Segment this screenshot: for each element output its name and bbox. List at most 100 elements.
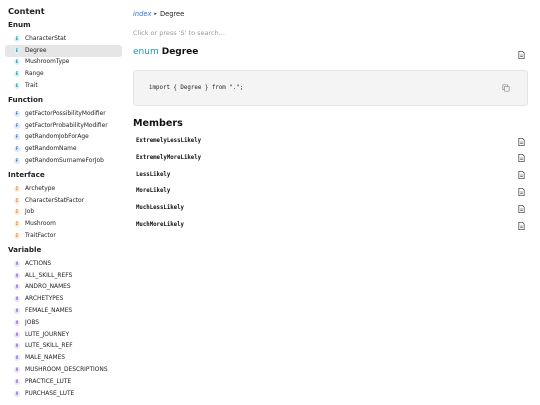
member-name: ExtremelyMoreLikely bbox=[136, 154, 202, 161]
sidebar-item-degree[interactable]: E Degree bbox=[5, 44, 122, 57]
document-icon[interactable] bbox=[517, 171, 525, 180]
sidebar-item-male-names[interactable]: V MALE_NAMES bbox=[5, 352, 122, 364]
sidebar-item-practice-lute[interactable]: V PRACTICE_LUTE bbox=[5, 376, 122, 388]
sidebar-item-andro-names[interactable]: V ANDRO_NAMES bbox=[5, 282, 122, 294]
sidebar-item-trait[interactable]: E Trait bbox=[5, 80, 122, 92]
kind-variable-icon: V bbox=[14, 331, 20, 338]
kind-interface-icon: I bbox=[14, 197, 20, 204]
sidebar-item-label: MushroomType bbox=[25, 59, 70, 66]
kind-variable-icon: V bbox=[14, 367, 20, 374]
kind-enum-icon: E bbox=[14, 35, 20, 42]
kind-variable-icon: V bbox=[14, 272, 20, 279]
document-icon[interactable] bbox=[517, 187, 525, 196]
sidebar-item-label: PURCHASE_LUTE bbox=[25, 390, 75, 397]
kind-variable-icon: V bbox=[14, 296, 20, 303]
sidebar-item-label: JOBS bbox=[25, 319, 40, 326]
kind-enum-icon: E bbox=[14, 59, 20, 66]
member-row: LessLikely bbox=[136, 170, 528, 181]
sidebar-item-label: getRandomSurnameForJob bbox=[25, 158, 104, 165]
kind-variable-icon: V bbox=[14, 343, 20, 350]
sidebar-item-mushroomtype[interactable]: E MushroomType bbox=[5, 57, 122, 69]
kind-interface-icon: I bbox=[14, 185, 20, 192]
sidebar-item-lute-skill-ref[interactable]: V LUTE_SKILL_REF bbox=[5, 341, 122, 353]
member-row: ExtremelyLessLikely bbox=[136, 136, 528, 147]
sidebar-item-purchase-lute[interactable]: V PURCHASE_LUTE bbox=[5, 388, 122, 400]
sidebar-item-label: ARCHETYPES bbox=[25, 296, 64, 303]
document-icon[interactable] bbox=[517, 154, 525, 163]
kind-enum-icon: E bbox=[14, 47, 20, 54]
member-name: MoreLikely bbox=[136, 188, 171, 195]
member-row: MuchMoreLikely bbox=[136, 220, 528, 231]
sidebar-item-mushroom[interactable]: I Mushroom bbox=[5, 218, 122, 230]
sidebar-item-archetype[interactable]: I Archetype bbox=[5, 183, 122, 195]
sidebar-item-label: MALE_NAMES bbox=[25, 355, 66, 362]
kind-variable-icon: V bbox=[14, 284, 20, 291]
sidebar-item-characterstatfactor[interactable]: I CharacterStatFactor bbox=[5, 195, 122, 207]
copy-icon[interactable] bbox=[502, 84, 510, 92]
member-name: MuchMoreLikely bbox=[136, 222, 184, 228]
sidebar-item-label: LUTE_JOURNEY bbox=[25, 331, 70, 338]
kind-function-icon: F bbox=[14, 134, 20, 141]
enum-name: Degree bbox=[161, 47, 199, 57]
sidebar-item-female-names[interactable]: V FEMALE_NAMES bbox=[5, 305, 122, 317]
sidebar-item-mushroom-descriptions[interactable]: V MUSHROOM_DESCRIPTIONS bbox=[5, 364, 122, 376]
import-code-text: import { Degree } from "."; bbox=[149, 85, 244, 91]
sidebar-item-label: LUTE_SKILL_REF bbox=[25, 343, 73, 350]
kind-function-icon: F bbox=[14, 122, 20, 129]
search-input[interactable]: Click or press 'S' to search... bbox=[133, 29, 225, 37]
kind-interface-icon: I bbox=[14, 209, 20, 216]
sidebar-item-job[interactable]: I Job bbox=[5, 207, 122, 219]
sidebar-item-all-skill-refs[interactable]: V ALL_SKILL_REFS bbox=[5, 270, 122, 282]
sidebar-item-label: Job bbox=[25, 209, 35, 216]
sidebar-item-label: PRACTICE_LUTE bbox=[25, 378, 72, 385]
page-title: enum Degree bbox=[133, 47, 528, 59]
sidebar-group-heading: Variable bbox=[8, 244, 42, 254]
kind-interface-icon: I bbox=[14, 221, 20, 228]
kind-function-icon: F bbox=[14, 146, 20, 153]
document-icon[interactable] bbox=[517, 221, 525, 230]
enum-keyword: enum bbox=[133, 47, 159, 57]
breadcrumb-current: Degree bbox=[159, 10, 185, 18]
import-code-block: import { Degree } from "."; bbox=[133, 70, 528, 106]
sidebar-item-getrandomname[interactable]: FgetRandomName bbox=[5, 143, 122, 155]
sidebar-item-getfactorpossibilitymodifier[interactable]: FgetFactorPossibilityModifier bbox=[5, 108, 122, 120]
breadcrumb-index-link[interactable]: index bbox=[133, 10, 151, 18]
sidebar-item-label: getRandomJobForAge bbox=[25, 134, 89, 141]
kind-variable-icon: V bbox=[14, 260, 20, 267]
sidebar-item-label: ANDRO_NAMES bbox=[25, 284, 71, 291]
kind-variable-icon: V bbox=[14, 378, 20, 385]
sidebar-item-label: ALL_SKILL_REFS bbox=[25, 272, 73, 279]
sidebar-item-label: CharacterStatFactor bbox=[25, 197, 85, 204]
sidebar-item-range[interactable]: E Range bbox=[5, 68, 122, 80]
sidebar-group-heading: Interface bbox=[8, 169, 45, 179]
sidebar-item-label: getFactorPossibilityModifier bbox=[25, 110, 106, 117]
sidebar-item-archetypes[interactable]: V ARCHETYPES bbox=[5, 293, 122, 305]
sidebar-item-getfactorprobabilitymodifier[interactable]: FgetFactorProbabilityModifier bbox=[5, 120, 122, 132]
document-icon[interactable] bbox=[517, 50, 525, 59]
document-icon[interactable] bbox=[517, 204, 525, 213]
sidebar-item-lute-journey[interactable]: V LUTE_JOURNEY bbox=[5, 329, 122, 341]
sidebar-groups: Enum E CharacterStat E Degree E MushroomType E R… bbox=[5, 20, 126, 400]
members-heading: Members bbox=[133, 118, 183, 129]
kind-variable-icon: V bbox=[14, 308, 20, 315]
member-name: MuchLessLikely bbox=[136, 205, 184, 212]
sidebar-item-label: Mushroom bbox=[25, 221, 56, 228]
sidebar-item-getrandomsurnameforjob[interactable]: FgetRandomSurnameForJob bbox=[5, 155, 122, 167]
sidebar-item-getrandomjobforage[interactable]: FgetRandomJobForAge bbox=[5, 132, 122, 144]
sidebar-item-traitfactor[interactable]: I TraitFactor bbox=[5, 230, 122, 242]
member-row: MoreLikely bbox=[136, 186, 528, 197]
sidebar-item-label: Degree bbox=[25, 47, 47, 54]
sidebar-group-heading: Function bbox=[8, 94, 43, 104]
member-name: ExtremelyLessLikely bbox=[136, 138, 202, 144]
breadcrumb: index ▸ Degree bbox=[133, 10, 184, 18]
sidebar-item-jobs[interactable]: V JOBS bbox=[5, 317, 122, 329]
sidebar-section-function: Function FgetFactorPossibilityModifier Fge… bbox=[5, 95, 126, 167]
sidebar-item-characterstat[interactable]: E CharacterStat bbox=[5, 33, 122, 45]
sidebar: Content Enum E CharacterStat E Degree E Mushro… bbox=[0, 0, 126, 405]
sidebar-item-label: ACTIONS bbox=[25, 260, 52, 267]
document-icon[interactable] bbox=[517, 137, 525, 146]
sidebar-item-label: getRandomName bbox=[25, 146, 77, 153]
sidebar-item-actions[interactable]: V ACTIONS bbox=[5, 258, 122, 270]
breadcrumb-separator: ▸ bbox=[154, 11, 157, 17]
sidebar-item-label: CharacterStat bbox=[25, 35, 67, 42]
